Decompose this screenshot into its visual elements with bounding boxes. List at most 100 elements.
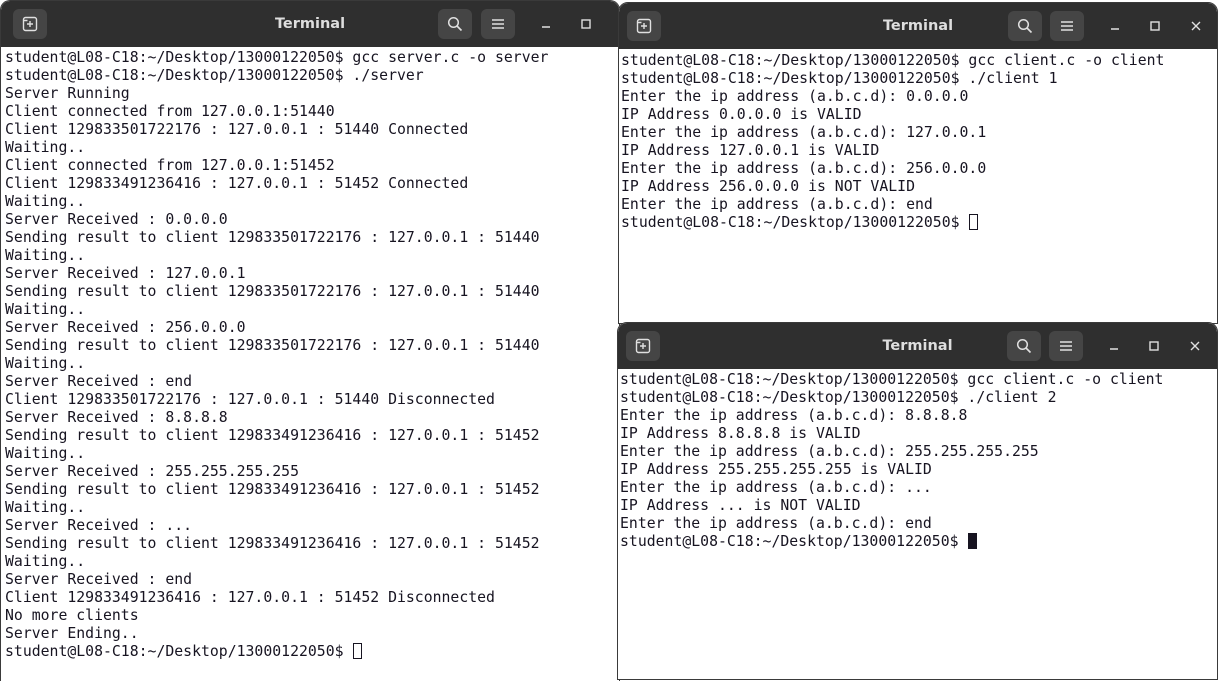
output-line: Server Received : 255.255.255.255 [5,463,299,480]
minimize-icon [1110,21,1120,31]
titlebar[interactable]: Terminal [618,323,1217,369]
terminal-output[interactable]: student@L08-C18:~/Desktop/13000122050$ g… [621,52,1217,323]
output-line: student@L08-C18:~/Desktop/13000122050$ .… [5,67,424,84]
output-line: student@L08-C18:~/Desktop/13000122050$ g… [5,49,549,66]
output-line: No more clients [5,607,139,624]
new-tab-button[interactable] [626,331,660,361]
output-line: Client 129833491236416 : 127.0.0.1 : 514… [5,175,469,192]
output-line: Waiting.. [5,445,86,462]
output-line: Client connected from 127.0.0.1:51452 [5,157,335,174]
maximize-icon [1149,341,1159,351]
output-line: IP Address ... is NOT VALID [620,497,861,514]
output-line: IP Address 256.0.0.0 is NOT VALID [621,178,915,195]
output-line: Enter the ip address (a.b.c.d): 0.0.0.0 [621,88,969,105]
output-line: Enter the ip address (a.b.c.d): end [620,515,932,532]
output-line: Waiting.. [5,553,86,570]
output-line: Server Running [5,85,130,102]
new-tab-button[interactable] [627,11,661,41]
output-line: Enter the ip address (a.b.c.d): 255.255.… [620,443,1039,460]
search-icon [447,16,463,32]
output-line: student@L08-C18:~/Desktop/13000122050$ .… [620,389,1057,406]
minimize-button[interactable] [535,13,557,35]
terminal-output[interactable]: student@L08-C18:~/Desktop/13000122050$ g… [5,49,619,681]
prompt-line: student@L08-C18:~/Desktop/13000122050$ [5,643,619,661]
titlebar[interactable]: Terminal [1,1,619,47]
output-line: Waiting.. [5,301,86,318]
search-button[interactable] [438,9,472,39]
output-line: student@L08-C18:~/Desktop/13000122050$ g… [620,371,1164,388]
maximize-button[interactable] [1143,335,1165,357]
new-tab-icon [636,18,652,34]
window-title: Terminal [274,16,346,32]
server-terminal-window[interactable]: Terminal student@L08-C18:~/Desktop/13000… [0,0,620,681]
output-line: Enter the ip address (a.b.c.d): 127.0.0.… [621,124,987,141]
text-cursor [968,533,978,549]
output-line: Enter the ip address (a.b.c.d): ... [620,479,932,496]
output-line: Enter the ip address (a.b.c.d): 8.8.8.8 [620,407,968,424]
output-line: student@L08-C18:~/Desktop/13000122050$ g… [621,52,1165,69]
output-line: Client 129833501722176 : 127.0.0.1 : 514… [5,391,495,408]
output-line: Sending result to client 129833491236416… [5,535,540,552]
output-line: Enter the ip address (a.b.c.d): 256.0.0.… [621,160,987,177]
output-line: Enter the ip address (a.b.c.d): end [621,196,933,213]
output-line: Client 129833491236416 : 127.0.0.1 : 514… [5,589,495,606]
minimize-button[interactable] [1104,15,1126,37]
search-icon [1016,338,1032,354]
output-line: student@L08-C18:~/Desktop/13000122050$ .… [621,70,1058,87]
close-button[interactable] [1184,335,1206,357]
output-line: Waiting.. [5,499,86,516]
output-line: Sending result to client 129833501722176… [5,283,540,300]
close-icon [1191,21,1201,31]
output-line: Sending result to client 129833501722176… [5,229,540,246]
output-line: Server Received : 256.0.0.0 [5,319,246,336]
new-tab-icon [22,16,38,32]
output-line: IP Address 0.0.0.0 is VALID [621,106,862,123]
maximize-button[interactable] [575,13,597,35]
maximize-button[interactable] [1144,15,1166,37]
output-line: Server Received : ... [5,517,193,534]
client2-terminal-window[interactable]: Terminal student@L08-C18:~/Desktop/13000… [617,322,1218,680]
menu-button[interactable] [481,9,515,39]
window-title: Terminal [882,338,953,354]
output-line: Server Received : end [5,373,193,390]
text-cursor [969,214,979,230]
output-line: Waiting.. [5,193,86,210]
search-button[interactable] [1007,331,1041,361]
prompt-line: student@L08-C18:~/Desktop/13000122050$ [621,214,1217,232]
output-line: Waiting.. [5,355,86,372]
output-line: Server Received : 0.0.0.0 [5,211,228,228]
output-line: Sending result to client 129833491236416… [5,481,540,498]
maximize-icon [1150,21,1160,31]
output-line: IP Address 255.255.255.255 is VALID [620,461,932,478]
search-button[interactable] [1008,11,1042,41]
minimize-icon [1109,341,1119,351]
output-line: Client connected from 127.0.0.1:51440 [5,103,335,120]
new-tab-button[interactable] [13,9,47,39]
titlebar[interactable]: Terminal [619,3,1217,49]
close-button[interactable] [1185,15,1207,37]
hamburger-menu-icon [1060,20,1074,32]
minimize-button[interactable] [1103,335,1125,357]
output-line: IP Address 8.8.8.8 is VALID [620,425,861,442]
menu-button[interactable] [1050,11,1084,41]
new-tab-icon [635,338,651,354]
output-line: IP Address 127.0.0.1 is VALID [621,142,880,159]
client1-terminal-window[interactable]: Terminal student@L08-C18:~/Desktop/13000… [618,2,1218,324]
output-line: Waiting.. [5,247,86,264]
prompt-line: student@L08-C18:~/Desktop/13000122050$ [620,533,1217,551]
terminal-output[interactable]: student@L08-C18:~/Desktop/13000122050$ g… [620,371,1217,679]
maximize-icon [581,19,591,29]
window-title: Terminal [882,18,954,34]
close-icon [1190,341,1200,351]
output-line: Server Received : 8.8.8.8 [5,409,228,426]
menu-button[interactable] [1049,331,1083,361]
minimize-icon [541,19,551,29]
hamburger-menu-icon [1059,340,1073,352]
output-line: Server Ending.. [5,625,139,642]
output-line: Sending result to client 129833491236416… [5,427,540,444]
output-line: Server Received : end [5,571,193,588]
text-cursor [353,643,363,659]
output-line: Sending result to client 129833501722176… [5,337,540,354]
search-icon [1017,18,1033,34]
hamburger-menu-icon [491,18,505,30]
